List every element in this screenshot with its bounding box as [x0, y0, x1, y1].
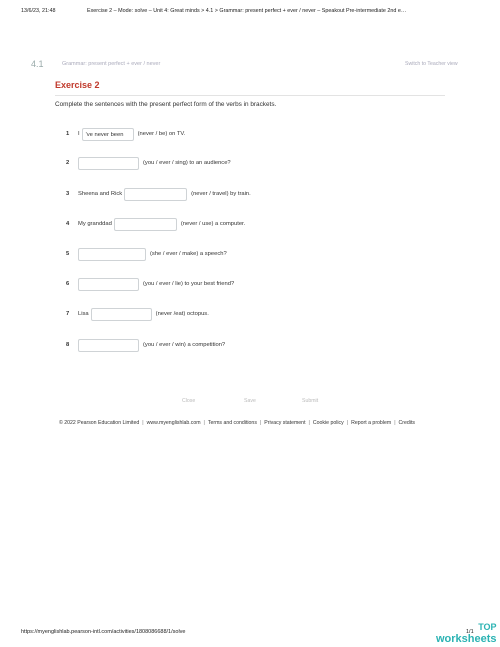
question-text: (you / ever / lie) to your best friend?: [143, 281, 235, 287]
footer-link-privacy[interactable]: Privacy statement: [264, 420, 305, 426]
answer-input-1[interactable]: 've never been: [81, 127, 134, 141]
answer-input-6[interactable]: [78, 277, 139, 291]
question-number: 6: [66, 281, 70, 287]
question-text: (never / be) on TV.: [137, 131, 186, 137]
question-number: 4: [66, 221, 70, 227]
save-button[interactable]: Save: [244, 398, 256, 404]
question-text: (she / ever / make) a speech?: [150, 251, 227, 257]
question-text: (you / ever / sing) to an audience?: [143, 160, 231, 166]
exercise-instruction: Complete the sentences with the present …: [55, 101, 277, 108]
answer-input-7[interactable]: [90, 307, 152, 321]
question-prefix: Lisa: [78, 311, 89, 317]
question-prefix: My granddad: [78, 221, 112, 227]
question-number: 5: [66, 251, 70, 257]
answer-input-3[interactable]: [124, 187, 188, 201]
section-title: Grammar: present perfect + ever / never: [62, 61, 161, 67]
divider: [55, 95, 445, 96]
footer-link-credits[interactable]: Credits: [399, 420, 415, 426]
question-number: 2: [66, 160, 70, 166]
question-row-5: 5 (she / ever / make) a speech?: [66, 247, 227, 261]
print-header: 13/6/23, 21:48 Exercise 2 – Mode: solve –…: [21, 8, 406, 14]
footer-link-report[interactable]: Report a problem: [351, 420, 391, 426]
question-number: 3: [66, 191, 70, 197]
question-text: (never / use) a computer.: [180, 221, 246, 227]
footer-link-terms[interactable]: Terms and conditions: [208, 420, 257, 426]
question-row-6: 6 (you / ever / lie) to your best friend…: [66, 277, 234, 291]
answer-input-8[interactable]: [78, 338, 139, 352]
copyright: © 2022 Pearson Education Limited: [59, 420, 140, 426]
answer-input-4[interactable]: [113, 217, 177, 231]
submit-button[interactable]: Submit: [302, 398, 318, 404]
question-prefix: I: [78, 131, 80, 137]
exercise-title: Exercise 2: [55, 80, 100, 90]
question-prefix: Sheena and Rick: [78, 191, 123, 197]
question-row-8: 8 (you / ever / win) a competition?: [66, 338, 225, 352]
question-row-2: 2 (you / ever / sing) to an audience?: [66, 156, 231, 170]
footer-link-site[interactable]: www.myenglishlab.com: [147, 420, 201, 426]
answer-input-2[interactable]: [78, 156, 139, 170]
print-page-number: 1/1: [466, 629, 474, 635]
question-row-7: 7 Lisa (never /eat) octopus.: [66, 307, 209, 321]
answer-input-5[interactable]: [78, 247, 146, 261]
question-row-4: 4 My granddad (never / use) a computer.: [66, 217, 245, 231]
question-text: (never /eat) octopus.: [155, 311, 209, 317]
question-row-1: 1 I 've never been (never / be) on TV.: [66, 127, 185, 141]
question-number: 1: [66, 131, 70, 137]
question-text: (never / travel) by train.: [191, 191, 251, 197]
print-url: https://myenglishlab.pearson-intl.com/ac…: [21, 629, 186, 635]
question-row-3: 3 Sheena and Rick (never / travel) by tr…: [66, 187, 251, 201]
switch-to-teacher-view-link[interactable]: Switch to Teacher view: [405, 61, 458, 67]
print-title: Exercise 2 – Mode: solve – Unit 4: Great…: [87, 8, 407, 14]
close-button[interactable]: Close: [182, 398, 195, 404]
print-timestamp: 13/6/23, 21:48: [21, 8, 56, 14]
section-number: 4.1: [31, 59, 44, 69]
question-number: 8: [66, 342, 70, 348]
site-footer: © 2022 Pearson Education Limited | www.mye…: [59, 420, 415, 426]
footer-link-cookie[interactable]: Cookie policy: [313, 420, 344, 426]
watermark-top: TOP: [478, 622, 497, 632]
question-number: 7: [66, 311, 70, 317]
question-text: (you / ever / win) a competition?: [143, 342, 226, 348]
watermark-bottom: worksheets: [436, 633, 497, 645]
